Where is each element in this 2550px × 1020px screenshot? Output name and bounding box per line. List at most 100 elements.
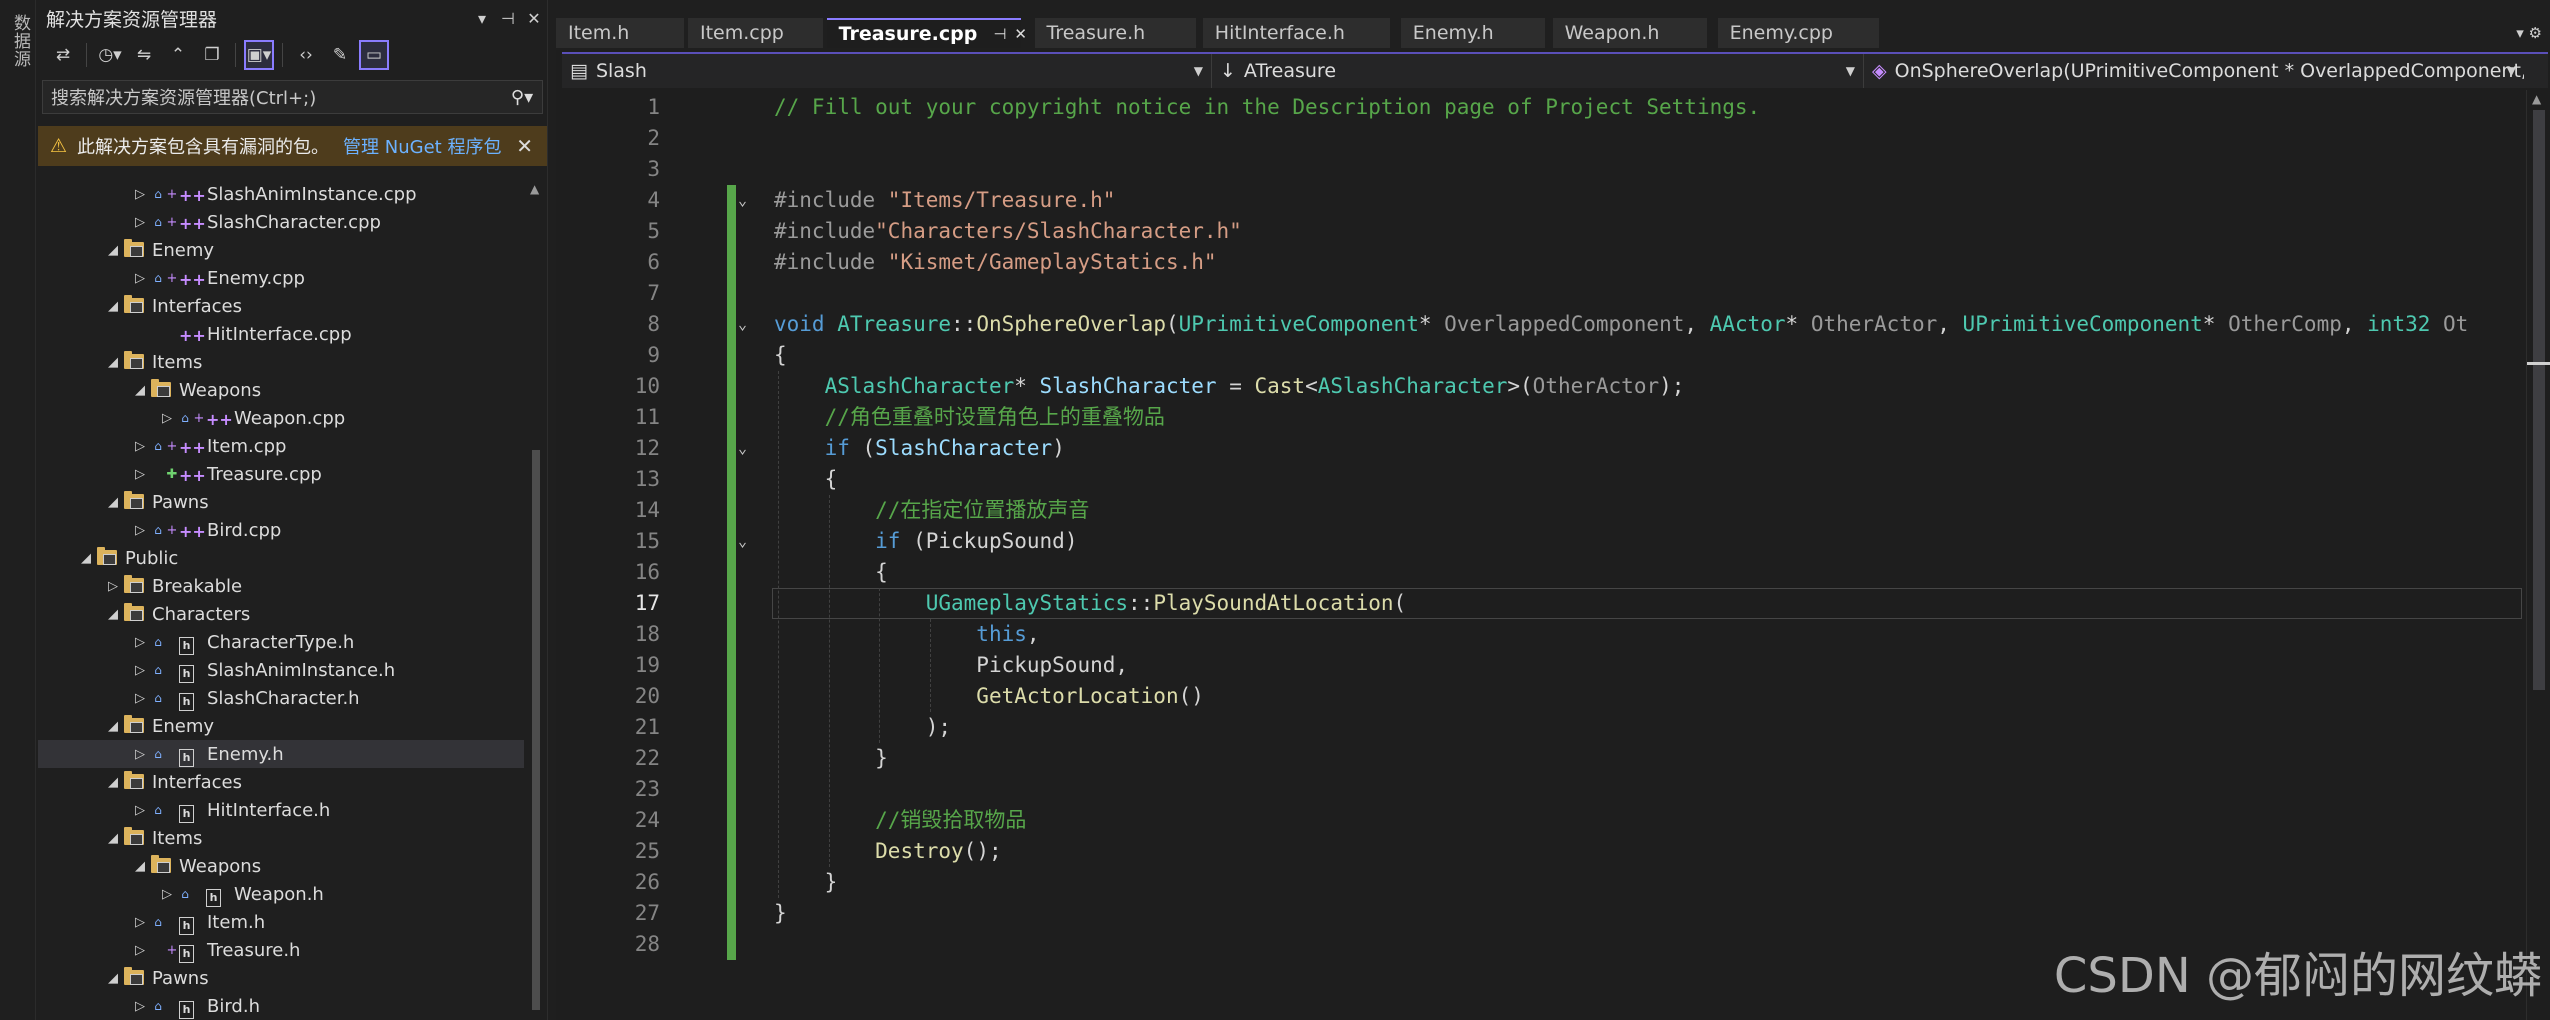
close-warning-icon[interactable]: ✕ — [516, 134, 533, 158]
collapse-all-icon[interactable]: ⌃ — [163, 40, 193, 70]
code-line[interactable]: 26 } — [562, 867, 2522, 898]
collapsed-arrow-icon[interactable]: ▷ — [129, 187, 151, 202]
code-line[interactable]: 25 Destroy(); — [562, 836, 2522, 867]
code-line[interactable]: 21 ); — [562, 712, 2522, 743]
collapsed-arrow-icon[interactable]: ▷ — [129, 803, 151, 818]
collapsed-arrow-icon[interactable]: ▷ — [129, 747, 151, 762]
panel-menu-icon[interactable]: ▾ — [469, 9, 495, 28]
collapsed-arrow-icon[interactable]: ▷ — [129, 691, 151, 706]
collapsed-arrow-icon[interactable]: ▷ — [129, 663, 151, 678]
code-view-icon[interactable]: ‹› — [291, 40, 321, 70]
code-line[interactable]: 9{ — [562, 340, 2522, 371]
code-line[interactable]: 10 ASlashCharacter* SlashCharacter = Cas… — [562, 371, 2522, 402]
collapsed-arrow-icon[interactable]: ▷ — [156, 411, 178, 426]
code-line[interactable]: 24 //销毁拾取物品 — [562, 805, 2522, 836]
tree-folder[interactable]: ◢ Public — [38, 544, 524, 572]
switch-views-icon[interactable]: ⇄ — [48, 40, 78, 70]
expanded-arrow-icon[interactable]: ◢ — [102, 971, 124, 986]
tree-file[interactable]: ▷ ⌂ h Weapon.h — [38, 880, 524, 908]
tree-file[interactable]: ▷ ⌂ h CharacterType.h — [38, 628, 524, 656]
code-line[interactable]: 14 //在指定位置播放声音 — [562, 495, 2522, 526]
tree-file[interactable]: ++ HitInterface.cpp — [38, 320, 524, 348]
preview-icon[interactable]: ▭ — [359, 40, 389, 70]
code-text-area[interactable]: 1 // Fill out your copyright notice in th… — [562, 90, 2522, 1020]
editor-tab[interactable]: Item.cpp — [688, 18, 823, 48]
tree-folder[interactable]: ◢ Interfaces — [38, 768, 524, 796]
code-line[interactable]: 23 — [562, 774, 2522, 805]
scrollbar-thumb[interactable] — [2533, 110, 2545, 690]
pin-tab-icon[interactable]: ⊣ — [993, 25, 1006, 43]
tree-folder[interactable]: ◢ Enemy — [38, 712, 524, 740]
member-dropdown[interactable]: ◈ OnSphereOverlap(UPrimitiveComponent * … — [1864, 54, 2524, 88]
expanded-arrow-icon[interactable]: ◢ — [102, 355, 124, 370]
expanded-arrow-icon[interactable]: ◢ — [129, 859, 151, 874]
code-line[interactable]: 20 GetActorLocation() — [562, 681, 2522, 712]
code-line[interactable]: 1 // Fill out your copyright notice in th… — [562, 92, 2522, 123]
scrollbar-thumb[interactable] — [532, 450, 540, 1010]
code-line[interactable]: 15 ⌄ if (PickupSound) — [562, 526, 2522, 557]
code-line[interactable]: 11 //角色重叠时设置角色上的重叠物品 — [562, 402, 2522, 433]
expanded-arrow-icon[interactable]: ◢ — [102, 243, 124, 258]
collapsed-arrow-icon[interactable]: ▷ — [129, 999, 151, 1014]
tree-folder[interactable]: ◢ Pawns — [38, 964, 524, 992]
code-line[interactable]: 12 ⌄ if (SlashCharacter) — [562, 433, 2522, 464]
code-line[interactable]: 4 ⌄ #include "Items/Treasure.h" — [562, 185, 2522, 216]
expanded-arrow-icon[interactable]: ◢ — [102, 495, 124, 510]
scroll-up-icon[interactable]: ▲ — [530, 182, 539, 196]
tree-folder[interactable]: ◢ Items — [38, 824, 524, 852]
tree-file[interactable]: ▷ ⌂ h Item.h — [38, 908, 524, 936]
tree-folder[interactable]: ◢ Enemy — [38, 236, 524, 264]
code-line[interactable]: 2 — [562, 123, 2522, 154]
expanded-arrow-icon[interactable]: ◢ — [102, 831, 124, 846]
editor-tab[interactable]: HitInterface.h — [1202, 18, 1391, 48]
fold-chevron-icon[interactable]: ⌄ — [738, 433, 747, 464]
copy-icon[interactable]: ❐ — [197, 40, 227, 70]
editor-scrollbar[interactable]: ▲ — [2526, 90, 2550, 1020]
editor-tab[interactable]: Treasure.h — [1034, 18, 1196, 48]
tree-file[interactable]: ▷ ✚ ++ Treasure.cpp — [38, 460, 524, 488]
collapsed-arrow-icon[interactable]: ▷ — [129, 467, 151, 482]
project-dropdown[interactable]: ▤ Slash ▼ — [562, 54, 1212, 88]
tree-file[interactable]: ▷ ⌂ + ++ Enemy.cpp — [38, 264, 524, 292]
tree-file[interactable]: ▷ ⌂ h SlashAnimInstance.h — [38, 656, 524, 684]
collapsed-arrow-icon[interactable]: ▷ — [129, 943, 151, 958]
code-line[interactable]: 17 UGameplayStatics::PlaySoundAtLocation… — [562, 588, 2522, 619]
collapsed-arrow-icon[interactable]: ▷ — [156, 887, 178, 902]
editor-tab[interactable]: Enemy.h — [1400, 18, 1546, 48]
tree-folder[interactable]: ▷ Breakable — [38, 572, 524, 600]
collapsed-arrow-icon[interactable]: ▷ — [102, 579, 124, 594]
close-icon[interactable]: ✕ — [521, 9, 547, 28]
tree-folder[interactable]: ◢ Weapons — [38, 376, 524, 404]
tree-file[interactable]: ▷ ⌂ + ++ Bird.cpp — [38, 516, 524, 544]
manage-nuget-link[interactable]: 管理 NuGet 程序包 — [343, 133, 501, 159]
expanded-arrow-icon[interactable]: ◢ — [102, 719, 124, 734]
tree-file[interactable]: ▷ ⌂ + ++ Weapon.cpp — [38, 404, 524, 432]
code-line[interactable]: 6 #include "Kismet/GameplayStatics.h" — [562, 247, 2522, 278]
editor-tab[interactable]: Weapon.h — [1552, 18, 1707, 48]
tree-folder[interactable]: ◢ Interfaces — [38, 292, 524, 320]
sync-icon[interactable]: ⇋ — [129, 40, 159, 70]
tab-overflow-controls[interactable]: ▾ ⚙ — [2516, 24, 2542, 42]
tree-scrollbar[interactable]: ▲ — [528, 180, 544, 1020]
tree-file[interactable]: ▷ ⌂ h Bird.h — [38, 992, 524, 1020]
code-line[interactable]: 13 { — [562, 464, 2522, 495]
collapsed-arrow-icon[interactable]: ▷ — [129, 635, 151, 650]
tree-file[interactable]: ▷ ⌂ h HitInterface.h — [38, 796, 524, 824]
expanded-arrow-icon[interactable]: ◢ — [102, 775, 124, 790]
editor-tab[interactable]: Enemy.cpp — [1717, 18, 1879, 48]
collapsed-arrow-icon[interactable]: ▷ — [129, 523, 151, 538]
tree-file[interactable]: ▷ ⌂ + ++ SlashAnimInstance.cpp — [38, 180, 524, 208]
tree-file[interactable]: ▷ + h Treasure.h — [38, 936, 524, 964]
datasource-tab[interactable]: 数据源 — [8, 14, 33, 68]
solution-search-input[interactable]: 搜索解决方案资源管理器(Ctrl+;) ⚲▾ — [42, 80, 543, 114]
tree-file[interactable]: ▷ ⌂ h Enemy.h — [38, 740, 524, 768]
fold-chevron-icon[interactable]: ⌄ — [738, 185, 747, 216]
tree-file[interactable]: ▷ ⌂ + ++ SlashCharacter.cpp — [38, 208, 524, 236]
code-line[interactable]: 8 ⌄ void ATreasure::OnSphereOverlap(UPrimi… — [562, 309, 2522, 340]
tree-folder[interactable]: ◢ Pawns — [38, 488, 524, 516]
collapsed-arrow-icon[interactable]: ▷ — [129, 915, 151, 930]
code-line[interactable]: 16 { — [562, 557, 2522, 588]
history-icon[interactable]: ◷▾ — [95, 40, 125, 70]
code-line[interactable]: 5 #include"Characters/SlashCharacter.h" — [562, 216, 2522, 247]
code-line[interactable]: 19 PickupSound, — [562, 650, 2522, 681]
